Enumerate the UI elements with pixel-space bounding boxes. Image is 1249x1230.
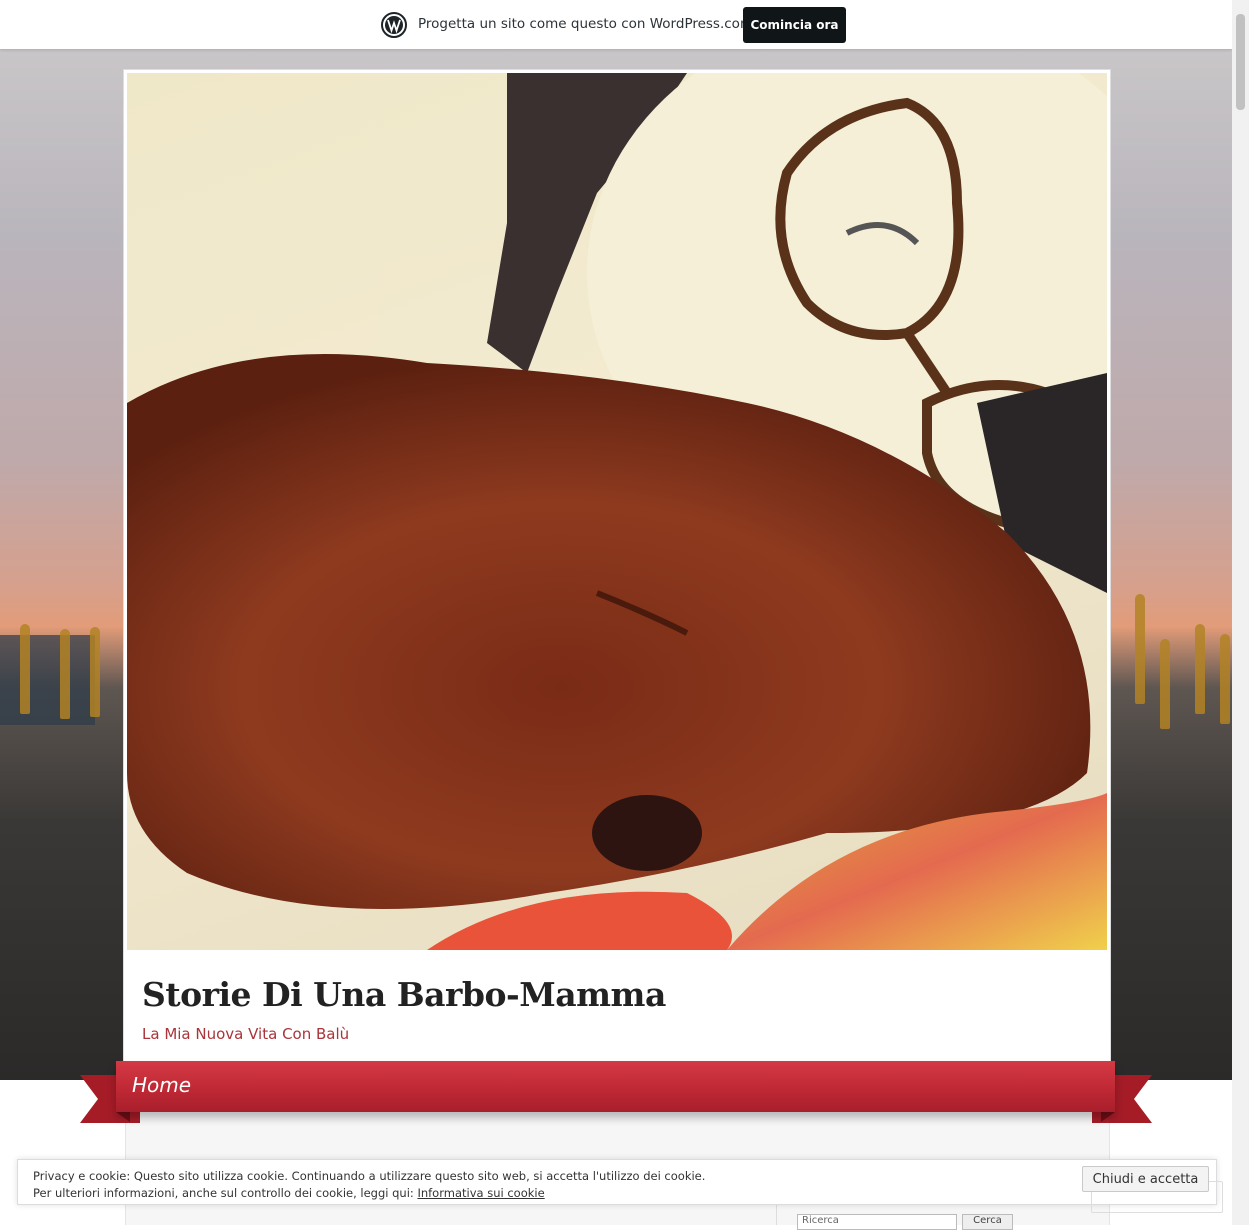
header-image	[127, 73, 1107, 950]
wordpress-logo-icon[interactable]	[381, 12, 407, 38]
site-tagline: La Mia Nuova Vita Con Balù	[142, 1025, 350, 1043]
cookie-info: Per ulteriori informazioni, anche sul co…	[33, 1186, 545, 1200]
search-button[interactable]: Cerca	[962, 1214, 1013, 1230]
wordpress-promo-bar: Progetta un sito come questo con WordPre…	[0, 0, 1232, 49]
header-card: Storie Di Una Barbo-Mamma La Mia Nuova V…	[123, 69, 1111, 1081]
hero-photo-icon	[127, 73, 1107, 950]
search-input[interactable]: Ricerca	[797, 1214, 957, 1230]
start-now-button[interactable]: Comincia ora	[743, 7, 846, 43]
main-nav: Home	[116, 1061, 1115, 1112]
scrollbar-thumb[interactable]	[1236, 14, 1245, 110]
promo-text: Progetta un sito come questo con WordPre…	[418, 16, 754, 32]
site-title[interactable]: Storie Di Una Barbo-Mamma	[142, 975, 666, 1014]
accept-cookies-button[interactable]: Chiudi e accetta	[1082, 1166, 1209, 1192]
cookie-banner: Privacy e cookie: Questo sito utilizza c…	[17, 1159, 1223, 1213]
cookie-policy-link[interactable]: Informativa sui cookie	[417, 1186, 544, 1200]
nav-item-home[interactable]: Home	[132, 1073, 191, 1097]
cookie-text: Privacy e cookie: Questo sito utilizza c…	[33, 1169, 706, 1183]
page-scrollbar[interactable]	[1232, 0, 1249, 1225]
cookie-info-text: Per ulteriori informazioni, anche sul co…	[33, 1186, 414, 1200]
